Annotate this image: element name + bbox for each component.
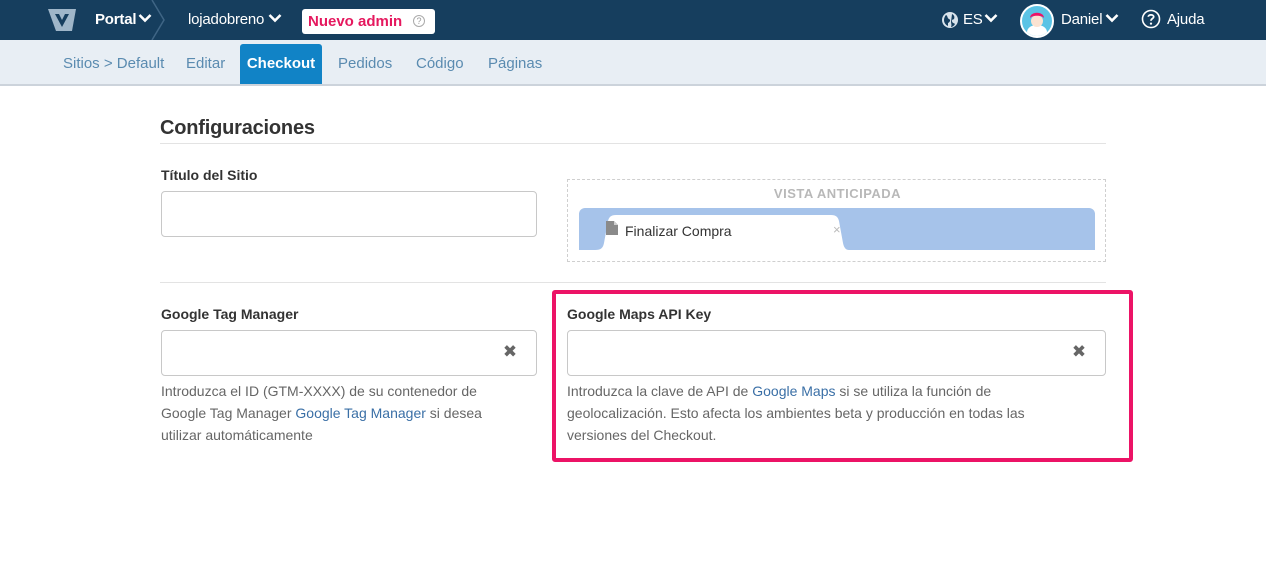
document-icon — [606, 221, 618, 235]
tab-pedidos[interactable]: Pedidos — [338, 44, 392, 84]
site-tabs-bar: Sitios > Default Editar Checkout Pedidos… — [0, 40, 1266, 86]
globe-icon[interactable] — [941, 11, 959, 29]
preview-title: VISTA ANTICIPADA — [773, 186, 902, 201]
portal-menu[interactable]: Portal — [95, 11, 137, 28]
new-admin-label: Nuevo admin — [308, 13, 403, 30]
preview-tab-label: Finalizar Compra — [625, 223, 732, 239]
clear-icon[interactable]: ✖ — [502, 343, 518, 360]
chevron-down-icon[interactable] — [984, 13, 998, 23]
divider — [160, 282, 1106, 283]
breadcrumb-separator — [151, 0, 165, 40]
divider — [160, 143, 1106, 144]
vtex-logo-icon[interactable] — [47, 8, 77, 32]
top-navigation-bar: Portal lojadobreno Nuevo admin ? ES Dani… — [0, 0, 1266, 40]
gtm-label: Google Tag Manager — [161, 306, 299, 322]
gtm-link[interactable]: Google Tag Manager — [295, 405, 426, 421]
chevron-down-icon[interactable] — [268, 13, 282, 23]
user-menu[interactable]: Daniel — [1061, 11, 1103, 28]
checkout-preview: VISTA ANTICIPADA Finalizar Compra × — [567, 179, 1106, 262]
tab-codigo[interactable]: Código — [416, 44, 464, 84]
chevron-down-icon[interactable] — [1105, 13, 1119, 23]
gtm-help-text: Introduzca el ID (GTM-XXXX) de su conten… — [161, 380, 521, 446]
store-selector[interactable]: lojadobreno — [188, 11, 264, 28]
new-admin-button[interactable]: Nuevo admin ? — [302, 9, 435, 34]
close-icon: × — [833, 222, 841, 237]
tab-checkout[interactable]: Checkout — [240, 44, 322, 84]
highlight-box — [552, 290, 1133, 462]
tab-paginas[interactable]: Páginas — [488, 44, 542, 84]
user-avatar-icon — [1027, 12, 1047, 36]
browser-tab-bar: Finalizar Compra × — [579, 208, 1095, 250]
site-title-input[interactable] — [161, 191, 537, 237]
gtm-input[interactable]: ✖ — [161, 330, 537, 376]
breadcrumb[interactable]: Sitios > Default — [63, 44, 164, 84]
site-title-label: Título del Sitio — [161, 167, 258, 183]
help-circle-icon[interactable] — [1141, 9, 1161, 29]
help-link[interactable]: Ajuda — [1167, 11, 1205, 28]
question-icon[interactable]: ? — [413, 15, 425, 27]
tab-editar[interactable]: Editar — [186, 44, 225, 84]
language-selector[interactable]: ES — [963, 11, 983, 28]
avatar[interactable] — [1020, 4, 1054, 38]
page-title: Configuraciones — [160, 117, 315, 139]
